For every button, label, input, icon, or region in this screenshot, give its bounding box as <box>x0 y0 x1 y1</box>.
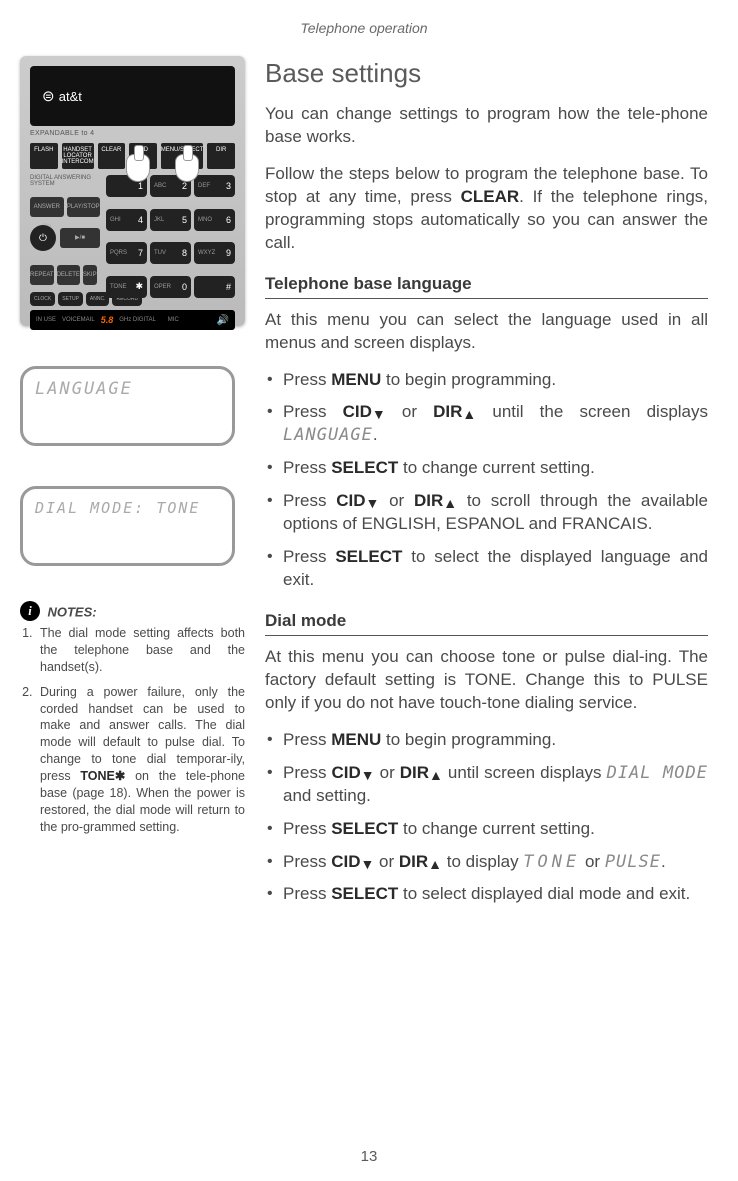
step-item: Press CID▼ or DIR▲ until the screen disp… <box>265 401 708 447</box>
voicemail-label: VOICEMAIL <box>62 317 95 323</box>
att-logo: at&t <box>42 87 82 105</box>
clock-button: CLOCK <box>30 292 55 306</box>
inuse-label: IN USE <box>36 317 56 323</box>
notes-block: i NOTES: The dial mode setting affects b… <box>20 601 245 836</box>
play-stop-label: PLAY/STOP <box>67 197 101 217</box>
keypad-key: OPER0 <box>150 276 191 298</box>
section-header-language: Telephone base language <box>265 273 708 296</box>
mic-label: MIC <box>168 317 179 323</box>
page-number: 13 <box>0 1148 738 1165</box>
step-item: Press SELECT to change current setting. <box>265 818 708 841</box>
play-pause-button: ▶/■ <box>60 228 100 248</box>
page-title: Base settings <box>265 56 708 91</box>
power-button: ⏻ <box>30 225 56 251</box>
brand-58-label: 5.8 <box>101 315 114 325</box>
divider <box>265 635 708 636</box>
section-header-dialmode: Dial mode <box>265 610 708 633</box>
keypad-key: JKL5 <box>150 209 191 231</box>
keypad-key: TUV8 <box>150 242 191 264</box>
step-item: Press CID▼ or DIR▲ to scroll through the… <box>265 490 708 536</box>
step-item: Press SELECT to change current setting. <box>265 457 708 480</box>
intro-paragraph: Follow the steps below to program the te… <box>265 163 708 255</box>
note-item: During a power failure, only the corded … <box>36 684 245 836</box>
flash-button: FLASH <box>30 143 58 169</box>
divider <box>265 298 708 299</box>
pointer-hand-icon <box>175 154 199 182</box>
step-item: Press MENU to begin programming. <box>265 729 708 752</box>
step-item: Press CID▼ or DIR▲ until screen displays… <box>265 762 708 808</box>
phone-base-illustration: at&t EXPANDABLE to 4 FLASH HANDSET LOCAT… <box>20 56 245 326</box>
keypad-key: # <box>194 276 235 298</box>
lcd-text: LANGUAGE <box>35 379 220 399</box>
note-item: The dial mode setting affects both the t… <box>36 625 245 676</box>
keypad-key: MNO6 <box>194 209 235 231</box>
pointer-hand-icon <box>126 154 150 182</box>
lcd-display-dialmode: DIAL MODE: TONE <box>20 486 235 566</box>
section-intro: At this menu you can select the language… <box>265 309 708 355</box>
step-item: Press CID▼ or DIR▲ to display TONE or PU… <box>265 851 708 874</box>
number-keypad: 1ABC2DEF3GHI4JKL5MNO6PQRS7TUV8WXYZ9TONE✱… <box>106 175 235 306</box>
clear-button: CLEAR <box>98 143 126 169</box>
step-item: Press MENU to begin programming. <box>265 369 708 392</box>
keypad-key: WXYZ9 <box>194 242 235 264</box>
step-item: Press SELECT to select displayed dial mo… <box>265 883 708 906</box>
keypad-key: PQRS7 <box>106 242 147 264</box>
intro-paragraph: You can change settings to program how t… <box>265 103 708 149</box>
dir-button: DIR <box>207 143 235 169</box>
lcd-display-language: LANGUAGE <box>20 366 235 446</box>
locator-button: HANDSET LOCATOR INTERCOM <box>62 143 94 169</box>
delete-button: DELETE <box>57 265 80 285</box>
keypad-key: DEF3 <box>194 175 235 197</box>
answer-on-label: ANSWER ON <box>30 197 64 217</box>
setup-button: SETUP <box>58 292 83 306</box>
speaker-icon: 🔊 <box>217 315 229 326</box>
header-section-label: Telephone operation <box>20 20 708 36</box>
repeat-button: REPEAT <box>30 265 54 285</box>
section-intro: At this menu you can choose tone or puls… <box>265 646 708 715</box>
info-icon: i <box>20 601 40 621</box>
notes-title: NOTES: <box>47 604 96 619</box>
step-item: Press SELECT to select the displayed lan… <box>265 546 708 592</box>
keypad-key: TONE✱ <box>106 276 147 298</box>
expandable-label: EXPANDABLE to 4 <box>30 130 235 137</box>
keypad-key: GHI4 <box>106 209 147 231</box>
skip-button: SKIP <box>83 265 97 285</box>
das-label: DIGITAL ANSWERING SYSTEM <box>30 175 100 187</box>
lcd-text: DIAL MODE: TONE <box>35 499 220 517</box>
brand-digital-label: GHz DIGITAL <box>119 317 156 323</box>
